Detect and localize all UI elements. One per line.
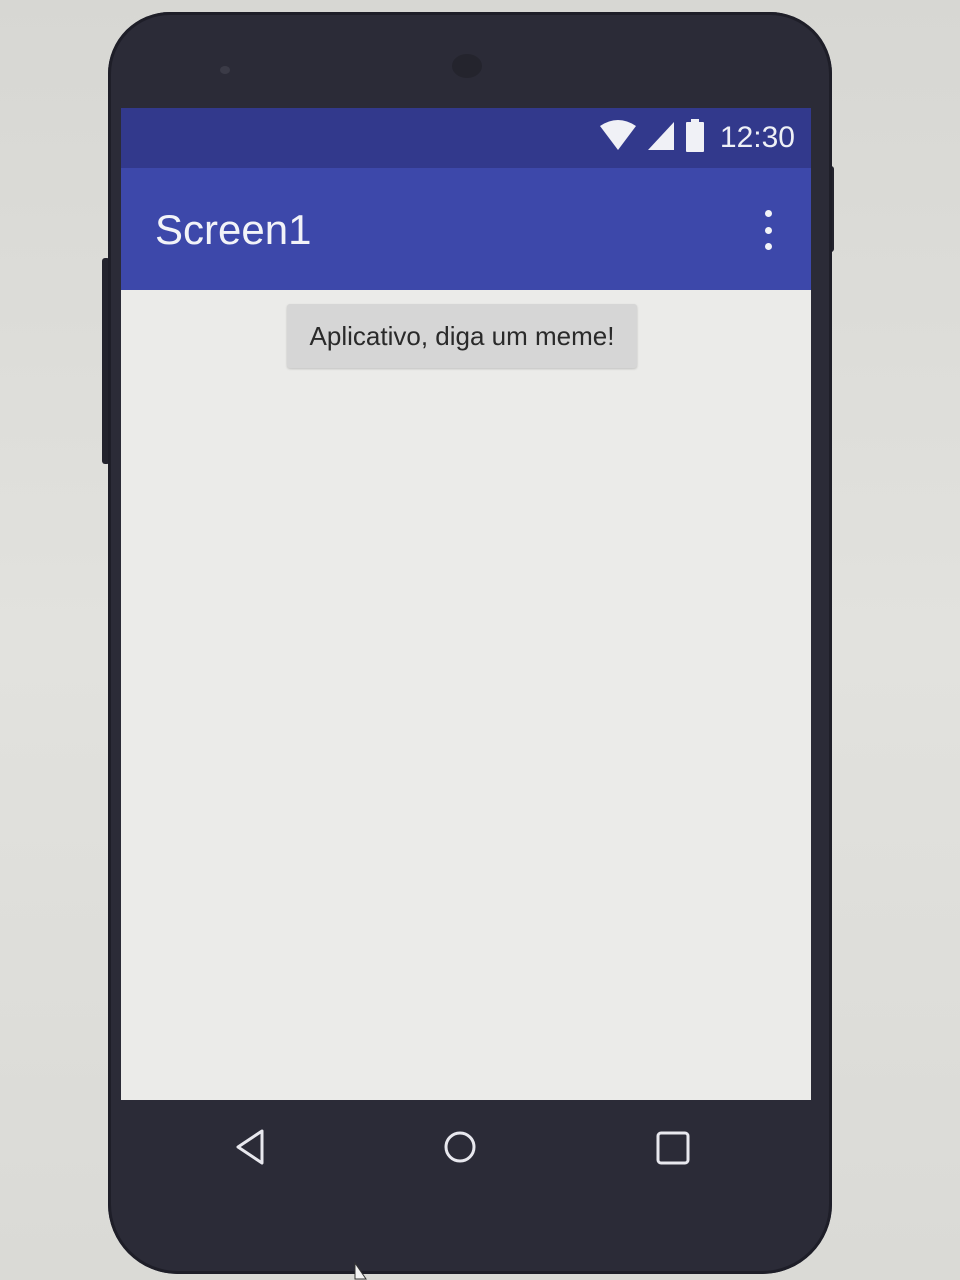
status-time: 12:30 [719, 121, 795, 154]
back-icon[interactable] [225, 1122, 275, 1172]
proximity-sensor [220, 66, 230, 74]
status-icons: 12:30 [598, 116, 795, 160]
signal-icon [646, 120, 676, 157]
overflow-menu-icon[interactable] [753, 210, 783, 250]
home-icon[interactable] [435, 1122, 485, 1172]
meme-button[interactable]: Aplicativo, diga um meme! [287, 304, 637, 368]
navigation-bar [121, 1100, 811, 1196]
recents-icon[interactable] [647, 1122, 697, 1172]
screen-title: Screen1 [155, 206, 312, 253]
menu-dot [764, 226, 772, 234]
front-camera [452, 54, 482, 78]
phone-screen: 12:30 Screen1 Aplicativo, diga um meme! [121, 108, 811, 1100]
battery-icon [684, 118, 706, 158]
mouse-cursor-icon [354, 1261, 368, 1280]
status-bar: 12:30 [121, 108, 811, 168]
wifi-icon [598, 119, 638, 157]
screen-content: Aplicativo, diga um meme! [121, 290, 811, 1100]
app-bar: Screen1 [121, 168, 811, 290]
menu-dot [764, 243, 772, 250]
menu-dot [764, 210, 772, 217]
